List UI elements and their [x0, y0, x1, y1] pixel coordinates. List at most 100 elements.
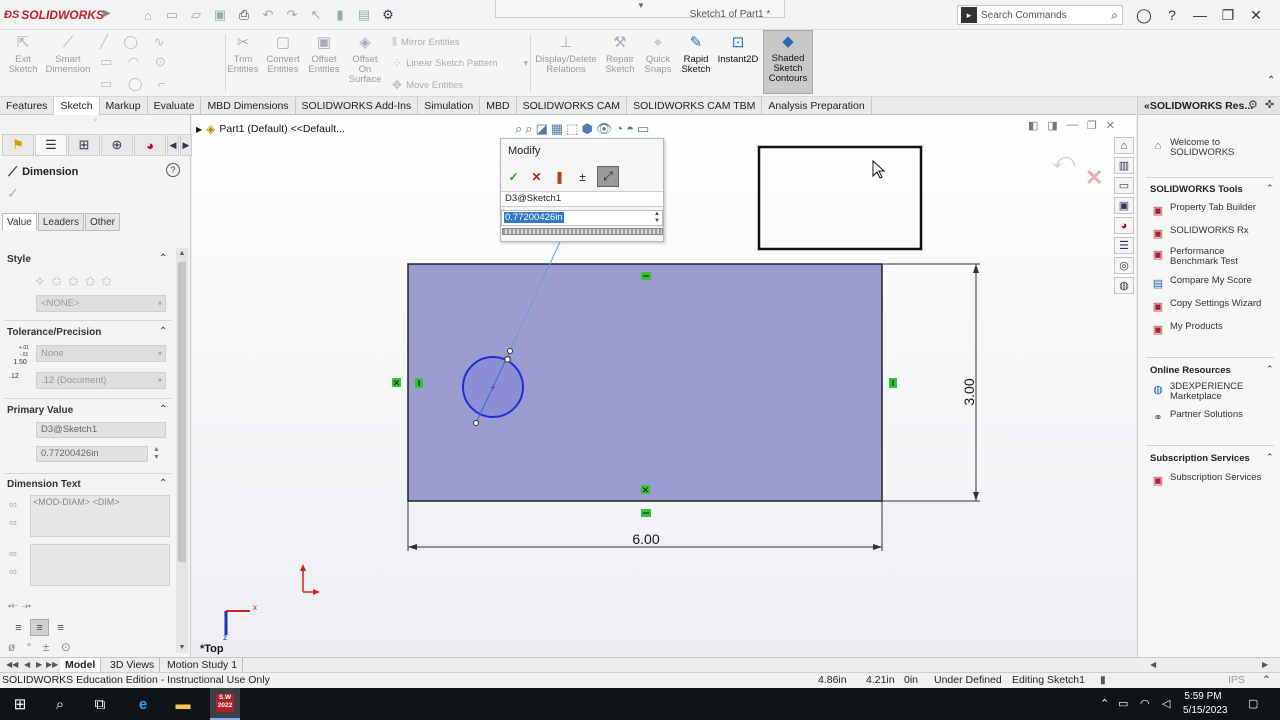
welcome-link[interactable]: ⌂ Welcome to SOLIDWORKS	[1150, 138, 1275, 158]
home-icon[interactable]: ⌂	[1114, 137, 1134, 154]
tab-solidworks-cam[interactable]: SOLIDWORKS CAM	[517, 97, 628, 115]
tab-mbd-dimensions[interactable]: MBD Dimensions	[201, 97, 296, 115]
compare-score-link[interactable]: ▤ Compare My Score	[1150, 276, 1275, 292]
new-file-icon[interactable]: ▭	[160, 5, 184, 25]
open-file-icon[interactable]: ▱	[184, 5, 208, 25]
configuration-manager-icon[interactable]: ⊞	[68, 134, 100, 156]
online-resources-header[interactable]: Online Resources	[1150, 365, 1231, 376]
account-icon[interactable]: ◯	[1132, 5, 1156, 25]
dimension-text-below[interactable]	[30, 544, 170, 586]
instant2d-button[interactable]: ⊡ Instant2D	[716, 32, 760, 65]
collapse-icon[interactable]: ⌃	[159, 253, 167, 264]
collapse-icon[interactable]: ⌃	[1266, 183, 1274, 194]
benchmark-test-link[interactable]: ▣ Performance Benchmark Test	[1150, 247, 1275, 267]
repair-sketch-button[interactable]: ⚒ Repair Sketch	[602, 32, 638, 75]
solidworks-rx-link[interactable]: ▣ SOLIDWORKS Rx	[1150, 226, 1275, 242]
next-tab-icon[interactable]: ▶	[36, 658, 42, 672]
tab-evaluate[interactable]: Evaluate	[148, 97, 202, 115]
linear-sketch-pattern-button[interactable]: ⁘ Linear Sketch Pattern ▾	[392, 56, 528, 70]
tab-value[interactable]: Value	[2, 213, 37, 231]
collapse-ribbon-icon[interactable]: ⌃	[1267, 75, 1275, 86]
close-icon[interactable]: ✕	[1244, 5, 1268, 25]
appearances-icon[interactable]: ◕	[1114, 217, 1134, 234]
align-left-icon[interactable]: ≡	[9, 619, 28, 636]
dimension-width[interactable]: 6.00	[632, 531, 659, 547]
cancel-x-icon[interactable]: ✕	[528, 168, 545, 186]
exit-sketch-button[interactable]: ⇱ Exit Sketch	[6, 32, 40, 75]
scroll-right-icon[interactable]: ▶	[1262, 658, 1268, 672]
notifications-icon[interactable]: ▢	[1248, 697, 1258, 710]
align-right-icon[interactable]: ≡	[51, 619, 70, 636]
offset-on-surface-button[interactable]: ◈ Offset On Surface	[345, 32, 385, 85]
sketch-tools-row-3[interactable]: ▭ ◯ ⌐	[100, 76, 172, 92]
tab-motion-study[interactable]: Motion Study 1	[162, 658, 244, 672]
text-position-icons[interactable]: ⤝⤞	[8, 598, 35, 613]
menu-expand-icon[interactable]: ▶	[103, 8, 111, 19]
first-tab-icon[interactable]: ◀◀	[6, 658, 18, 672]
thumbwheel[interactable]	[502, 228, 663, 235]
solidworks-logo[interactable]: ƉS SOLIDWORKS	[4, 7, 104, 23]
dimxpert-icon[interactable]: ⊕	[101, 134, 133, 156]
convert-entities-button[interactable]: ▢ Convert Entities	[262, 32, 304, 75]
primary-value-header[interactable]: Primary Value	[7, 405, 73, 416]
redo-icon[interactable]: ↷	[280, 5, 304, 25]
select-icon[interactable]: ↖	[304, 5, 328, 25]
shaded-sketch-contours-button[interactable]: ◆ Shaded Sketch Contours	[763, 30, 813, 94]
collapse-icon[interactable]: ⌃	[159, 404, 167, 415]
subscription-services-link[interactable]: ▣ Subscription Services	[1150, 473, 1275, 489]
graphics-area[interactable]: ▶ ◈ Part1 (Default) <<Default... ⌕ ⌕ ◪ ▦…	[192, 115, 1136, 657]
display-delete-relations-button[interactable]: ⊥ Display/Delete Relations	[533, 32, 599, 75]
undo-icon[interactable]: ↶	[256, 5, 280, 25]
search-scope-icon[interactable]: ▸	[961, 7, 977, 23]
system-clock[interactable]: 5:59 PM 5/15/2023	[1183, 690, 1228, 718]
tab-3d-views[interactable]: 3D Views	[105, 658, 161, 672]
reset-spin-increment-icon[interactable]: ±	[574, 168, 591, 186]
sketch-rectangle-secondary[interactable]	[757, 145, 923, 251]
subscription-header[interactable]: Subscription Services	[1150, 453, 1250, 464]
network-icon[interactable]: ▭	[1118, 697, 1128, 710]
dimension-value-input[interactable]: 0.77200426in ▲ ▼	[501, 210, 663, 226]
collapse-icon[interactable]: ⌃	[1266, 452, 1274, 463]
primary-value-field[interactable]: 0.77200426in	[36, 446, 148, 462]
tab-features[interactable]: Features	[0, 97, 55, 115]
partner-solutions-link[interactable]: ⚭ Partner Solutions	[1150, 410, 1275, 426]
task-view-icon[interactable]: ⧉	[89, 694, 111, 714]
primary-name-field[interactable]: D3@Sketch1	[36, 422, 166, 438]
value-spinner[interactable]: ▲ ▼	[654, 211, 660, 225]
style-header[interactable]: Style	[7, 254, 31, 265]
sketch-canvas[interactable]: 3.00 6.00 + ✕ ✕ x z	[192, 115, 1136, 657]
sketch-state[interactable]: Under Defined	[934, 673, 1002, 688]
tolerance-dropdown[interactable]: None ▾	[36, 345, 166, 362]
gear-icon[interactable]: ⚙	[1248, 98, 1258, 111]
chevron-right-icon[interactable]: ▶	[180, 134, 192, 156]
view-palette-icon[interactable]: ▣	[1114, 197, 1134, 214]
tools-header[interactable]: SOLIDWORKS Tools	[1150, 184, 1243, 195]
previous-tab-icon[interactable]: ◀	[24, 658, 30, 672]
restore-icon[interactable]: ❐	[1216, 5, 1240, 25]
tab-markup[interactable]: Markup	[100, 97, 148, 115]
precision-dropdown[interactable]: .12 (Document) ▾	[36, 372, 166, 389]
tolerance-header[interactable]: Tolerance/Precision	[7, 327, 101, 338]
panel-scrollbar[interactable]: ▲ ▼	[176, 248, 188, 653]
feature-manager-icon[interactable]: ⚑	[2, 134, 34, 156]
rebuild-icon[interactable]: ▮	[328, 5, 352, 25]
sketch-tools-row-2[interactable]: ▭ ◠ ⊙	[100, 54, 172, 70]
collapse-icon[interactable]: ⌃	[1266, 364, 1274, 375]
dimension-text-above[interactable]: <MOD-DIAM> <DIM>	[30, 495, 170, 537]
tab-solidworks-cam-tbm[interactable]: SOLIDWORKS CAM TBM	[627, 97, 763, 115]
my-products-link[interactable]: ▣ My Products	[1150, 322, 1275, 338]
dimension-text-header[interactable]: Dimension Text	[7, 479, 81, 490]
display-manager-icon[interactable]: ◕	[134, 134, 166, 156]
scroll-thumb[interactable]	[178, 262, 186, 562]
leader-handle[interactable]	[473, 420, 479, 426]
offset-entities-button[interactable]: ▣ Offset Entities	[305, 32, 343, 75]
3dexperience-icon[interactable]: ◍	[1114, 277, 1134, 294]
trim-entities-button[interactable]: ✂ Trim Entities	[226, 32, 260, 75]
dimension-name-field[interactable]: D3@Sketch1	[501, 191, 663, 207]
tab-simulation[interactable]: Simulation	[418, 97, 481, 115]
volume-icon[interactable]: ◁	[1162, 697, 1170, 710]
ok-check-icon[interactable]: ✓	[7, 185, 19, 202]
property-tab-builder-link[interactable]: ▣ Property Tab Builder	[1150, 203, 1275, 219]
quick-snaps-button[interactable]: ⌖ Quick Snaps	[642, 32, 674, 75]
tab-solidworks-add-ins[interactable]: SOLIDWORKS Add-Ins	[296, 97, 419, 115]
